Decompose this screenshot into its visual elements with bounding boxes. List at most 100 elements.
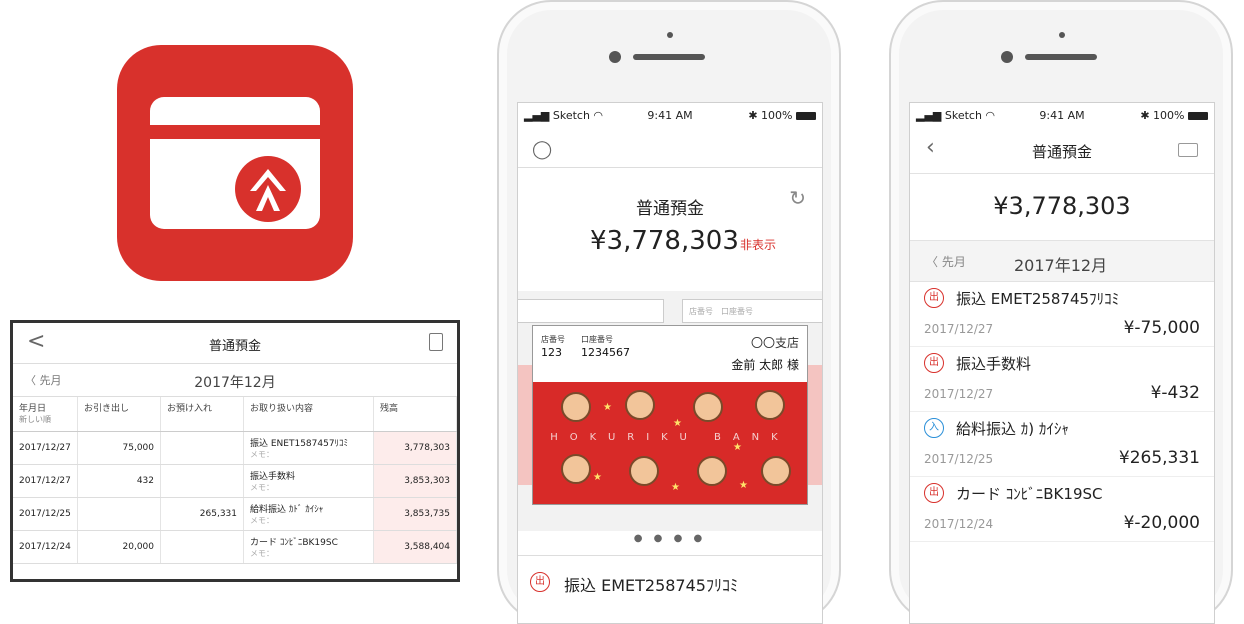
star-icon: ★ — [739, 480, 748, 491]
table-row[interactable]: 2017/12/25 265,331 給料振込 ｶﾄﾞ ｶｲｼｬ メモ： 3,85… — [13, 497, 457, 531]
withdraw-badge-icon: 出 — [924, 353, 944, 373]
month-label: 2017年12月 — [1014, 256, 1108, 275]
cell-date: 2017/12/27 — [13, 464, 78, 498]
table-header-row: 年月日 新しい順 お引き出し お預け入れ お取り扱い内容 残高 — [13, 397, 457, 432]
prev-card-peek[interactable] — [518, 299, 664, 323]
phone-screen-1: ▂▄▆ Sketch ◠ 9:41 AM ✱ 100% ◯ 普通預金 ↻ ¥3,… — [517, 102, 823, 624]
account-no-value: 1234567 — [581, 346, 630, 359]
balance-amount: ¥3,778,303 — [590, 226, 739, 256]
card-stripe — [150, 125, 320, 139]
memo-label: メモ： — [250, 450, 274, 459]
cell-date: 2017/12/25 — [13, 497, 78, 531]
star-icon: ★ — [593, 472, 602, 483]
next-card-peek[interactable]: 店番号 口座番号 — [682, 299, 822, 323]
refresh-icon[interactable]: ↻ — [789, 186, 806, 210]
cell-balance: 3,778,303 — [373, 431, 457, 465]
cell-withdraw: 432 — [77, 464, 161, 498]
transaction-desc: 振込 EMET258745ﾌﾘｺﾐ — [956, 290, 1120, 308]
month-bar: 〈 先月 2017年12月 — [13, 364, 457, 397]
transaction-item[interactable]: 出 振込手数料 2017/12/27 ¥-432 — [910, 347, 1214, 412]
bank-logo-icon — [235, 156, 301, 222]
table-view-icon[interactable] — [1178, 143, 1198, 157]
col-deposit: お預け入れ — [160, 397, 244, 432]
character-icon — [629, 456, 659, 486]
transactions-table: 年月日 新しい順 お引き出し お預け入れ お取り扱い内容 残高 2017/12/2… — [13, 397, 457, 564]
col-withdraw: お引き出し — [77, 397, 161, 432]
user-icon[interactable]: ◯ — [532, 139, 552, 160]
status-bar: ▂▄▆ Sketch ◠ 9:41 AM ✱ 100% — [518, 103, 822, 129]
app-icon — [117, 45, 353, 281]
balance-header: ¥3,778,303 — [910, 174, 1214, 241]
character-icon — [561, 392, 591, 422]
menu-icon[interactable] — [429, 333, 443, 351]
star-icon: ★ — [673, 418, 682, 429]
cell-deposit — [160, 464, 244, 498]
sensor-dot — [667, 32, 673, 38]
cell-deposit — [160, 530, 244, 564]
phone-screen-2: ▂▄▆ Sketch ◠ 9:41 AM ✱ 100% ‹ 普通預金 ¥3,77… — [909, 102, 1215, 624]
store-no-value: 123 — [541, 346, 562, 359]
account-no-label: 口座番号 — [581, 335, 613, 344]
transaction-desc: 振込手数料 — [956, 355, 1032, 373]
transaction-desc: 給料振込 ｶ) ｶｲｼｬ — [956, 420, 1069, 438]
star-icon: ★ — [603, 402, 612, 413]
character-icon — [755, 390, 785, 420]
table-row[interactable]: 2017/12/24 20,000 カード ｺﾝﾋﾞﾆBK19SC メモ： 3,5… — [13, 530, 457, 564]
character-icon — [561, 454, 591, 484]
transaction-date: 2017/12/25 — [924, 452, 994, 466]
character-icon — [761, 456, 791, 486]
memo-label: メモ： — [250, 549, 274, 558]
transaction-item[interactable]: 出 カード ｺﾝﾋﾞﾆBK19SC 2017/12/24 ¥-20,000 — [910, 477, 1214, 542]
col-date[interactable]: 年月日 新しい順 — [13, 397, 78, 432]
cell-balance: 3,853,303 — [373, 464, 457, 498]
withdraw-badge-icon: 出 — [530, 572, 550, 592]
table-row[interactable]: 2017/12/27 432 振込手数料 メモ： 3,853,303 — [13, 464, 457, 498]
camera — [1001, 51, 1013, 63]
col-description: お取り扱い内容 — [243, 397, 374, 432]
character-icon — [697, 456, 727, 486]
transaction-desc: カード ｺﾝﾋﾞﾆBK19SC — [956, 485, 1103, 503]
withdraw-badge-icon: 出 — [924, 288, 944, 308]
list-item[interactable]: 出 振込 EMET258745ﾌﾘｺﾐ — [518, 555, 822, 623]
character-icon — [625, 390, 655, 420]
cell-desc: カード ｺﾝﾋﾞﾆBK19SC メモ： — [243, 530, 374, 564]
cell-date: 2017/12/27 — [13, 431, 78, 465]
bank-card[interactable]: 店番号 123 口座番号 1234567 〇〇支店 金前 太郎 様 HOKURI… — [532, 325, 808, 505]
battery-icon — [796, 112, 816, 120]
transaction-date: 2017/12/27 — [924, 322, 994, 336]
cell-desc: 振込手数料 メモ： — [243, 464, 374, 498]
account-title: 普通預金 — [1031, 143, 1092, 161]
transaction-amount: ¥-75,000 — [1123, 318, 1200, 338]
cell-deposit — [160, 431, 244, 465]
transaction-amount: ¥-432 — [1150, 383, 1200, 403]
prev-month-link[interactable]: 〈 先月 — [926, 253, 966, 270]
table-row[interactable]: 2017/12/27 75,000 振込 ENET1587457ﾘｺﾐ メモ： 3… — [13, 431, 457, 465]
memo-label: メモ： — [250, 483, 274, 492]
character-icon — [693, 392, 723, 422]
battery-label: ✱ 100% — [748, 109, 816, 122]
cell-date: 2017/12/24 — [13, 530, 78, 564]
sort-order-label: 新しい順 — [19, 415, 51, 424]
card-illustration: HOKURIKU BANK ★ ★ ★ ★ ★ ★ — [533, 382, 807, 504]
col-balance: 残高 — [373, 397, 457, 432]
nav-bar: ‹ 普通預金 — [910, 129, 1214, 174]
month-bar: 〈 先月 2017年12月 — [910, 241, 1214, 282]
card-shape — [150, 97, 320, 229]
hide-balance-link[interactable]: 非表示 — [740, 236, 776, 253]
phone-frame-1: ▂▄▆ Sketch ◠ 9:41 AM ✱ 100% ◯ 普通預金 ↻ ¥3,… — [497, 0, 841, 624]
transaction-item[interactable]: 入 給料振込 ｶ) ｶｲｼｬ 2017/12/25 ¥265,331 — [910, 412, 1214, 477]
carousel-pager[interactable]: ● ● ● ● — [518, 533, 822, 544]
bank-name-banner: HOKURIKU BANK — [550, 432, 790, 443]
cell-desc: 振込 ENET1587457ﾘｺﾐ メモ： — [243, 431, 374, 465]
withdraw-badge-icon: 出 — [924, 483, 944, 503]
account-holder-name: 金前 太郎 様 — [731, 358, 799, 372]
balance-header: 普通預金 ↻ ¥3,778,303 非表示 — [518, 167, 822, 292]
cell-withdraw: 75,000 — [77, 431, 161, 465]
battery-label: ✱ 100% — [1140, 109, 1208, 122]
transaction-item[interactable]: 出 振込 EMET258745ﾌﾘｺﾐ 2017/12/27 ¥-75,000 — [910, 282, 1214, 347]
cell-balance: 3,588,404 — [373, 530, 457, 564]
cell-balance: 3,853,735 — [373, 497, 457, 531]
phone-frame-2: ▂▄▆ Sketch ◠ 9:41 AM ✱ 100% ‹ 普通預金 ¥3,77… — [889, 0, 1233, 624]
memo-label: メモ： — [250, 516, 274, 525]
transaction-date: 2017/12/24 — [924, 517, 994, 531]
